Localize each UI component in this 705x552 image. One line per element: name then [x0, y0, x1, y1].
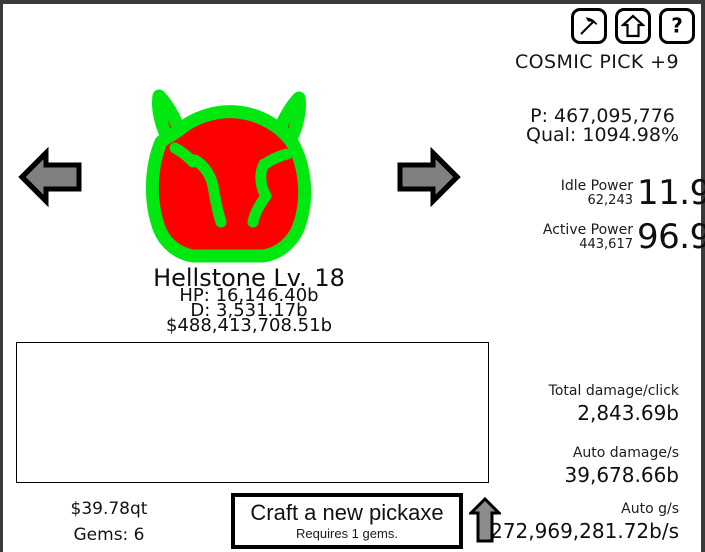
event-log-panel[interactable]: [16, 342, 489, 483]
arrow-up-icon: [467, 496, 503, 543]
upgrade-icon: [621, 14, 645, 38]
stat-value: $272,969,281.72b/s: [477, 519, 679, 543]
craft-button-label: Craft a new pickaxe: [250, 500, 444, 526]
help-icon: ?: [671, 14, 683, 38]
active-power-multiplier: 96.95x: [637, 217, 705, 257]
craft-new-pickaxe-button[interactable]: Craft a new pickaxe Requires 1 gems.: [231, 493, 463, 549]
idle-power-multiplier: 11.98x: [637, 173, 705, 213]
hellstone-monster-sprite[interactable]: [131, 82, 321, 272]
icon-bar: ?: [571, 8, 695, 44]
gold-amount: $39.78qt: [70, 499, 148, 519]
idle-power-labels: Idle Power 62,243: [521, 179, 633, 207]
idle-power-row: Idle Power 62,243 11.98x: [521, 176, 705, 210]
arrow-right-icon: [397, 146, 461, 208]
pickaxe-title: COSMIC PICK +9: [514, 51, 679, 73]
game-window: ? COSMIC PICK +9 P: 467,095,776 Qual: 10…: [0, 0, 705, 552]
svg-text:?: ?: [671, 14, 683, 38]
pickaxe-stats: P: 467,095,776 Qual: 1094.98%: [526, 106, 679, 147]
next-monster-arrow[interactable]: [392, 146, 462, 208]
stat-label: Auto damage/s: [572, 445, 679, 461]
monster-artwork: [146, 89, 312, 263]
idle-power-label: Idle Power: [560, 177, 633, 194]
monster-gold: $488,413,708.51b: [165, 315, 333, 336]
monster-info: Hellstone Lv. 18 HP: 16,146.40b D: 3,531…: [3, 266, 495, 335]
stat-value: 39,678.66b: [564, 463, 679, 487]
stat-total-damage-per-click: Total damage/click 2,843.69b: [549, 383, 679, 425]
help-icon-button[interactable]: ?: [659, 8, 695, 44]
active-power-label: Active Power: [542, 221, 633, 238]
upgrade-icon-button[interactable]: [615, 8, 651, 44]
event-log-text: [17, 343, 488, 349]
active-power-labels: Active Power 443,617: [521, 223, 633, 251]
stat-label: Total damage/click: [548, 383, 679, 399]
stat-value: 2,843.69b: [577, 401, 679, 425]
craft-button-requirement: Requires 1 gems.: [296, 525, 398, 541]
active-power-row: Active Power 443,617 96.95x: [521, 220, 705, 254]
craft-upgrade-arrow-button[interactable]: [467, 496, 503, 544]
game-canvas: ? COSMIC PICK +9 P: 467,095,776 Qual: 10…: [3, 4, 705, 552]
pickaxe-icon-button[interactable]: [571, 8, 607, 44]
pickaxe-icon: [580, 17, 598, 35]
previous-monster-arrow[interactable]: [17, 146, 87, 208]
active-power-value: 443,617: [579, 236, 633, 252]
arrow-left-icon: [18, 146, 82, 208]
idle-power-value: 62,243: [587, 192, 634, 208]
pickaxe-quality-line: Qual: 1094.98%: [526, 124, 679, 147]
stat-label: Auto g/s: [621, 501, 679, 517]
currency-block: $39.78qt Gems: 6: [39, 496, 179, 549]
gems-amount: Gems: 6: [73, 525, 145, 546]
stat-auto-gold-per-second: Auto g/s $272,969,281.72b/s: [477, 501, 679, 543]
stat-auto-damage-per-second: Auto damage/s 39,678.66b: [565, 445, 679, 487]
